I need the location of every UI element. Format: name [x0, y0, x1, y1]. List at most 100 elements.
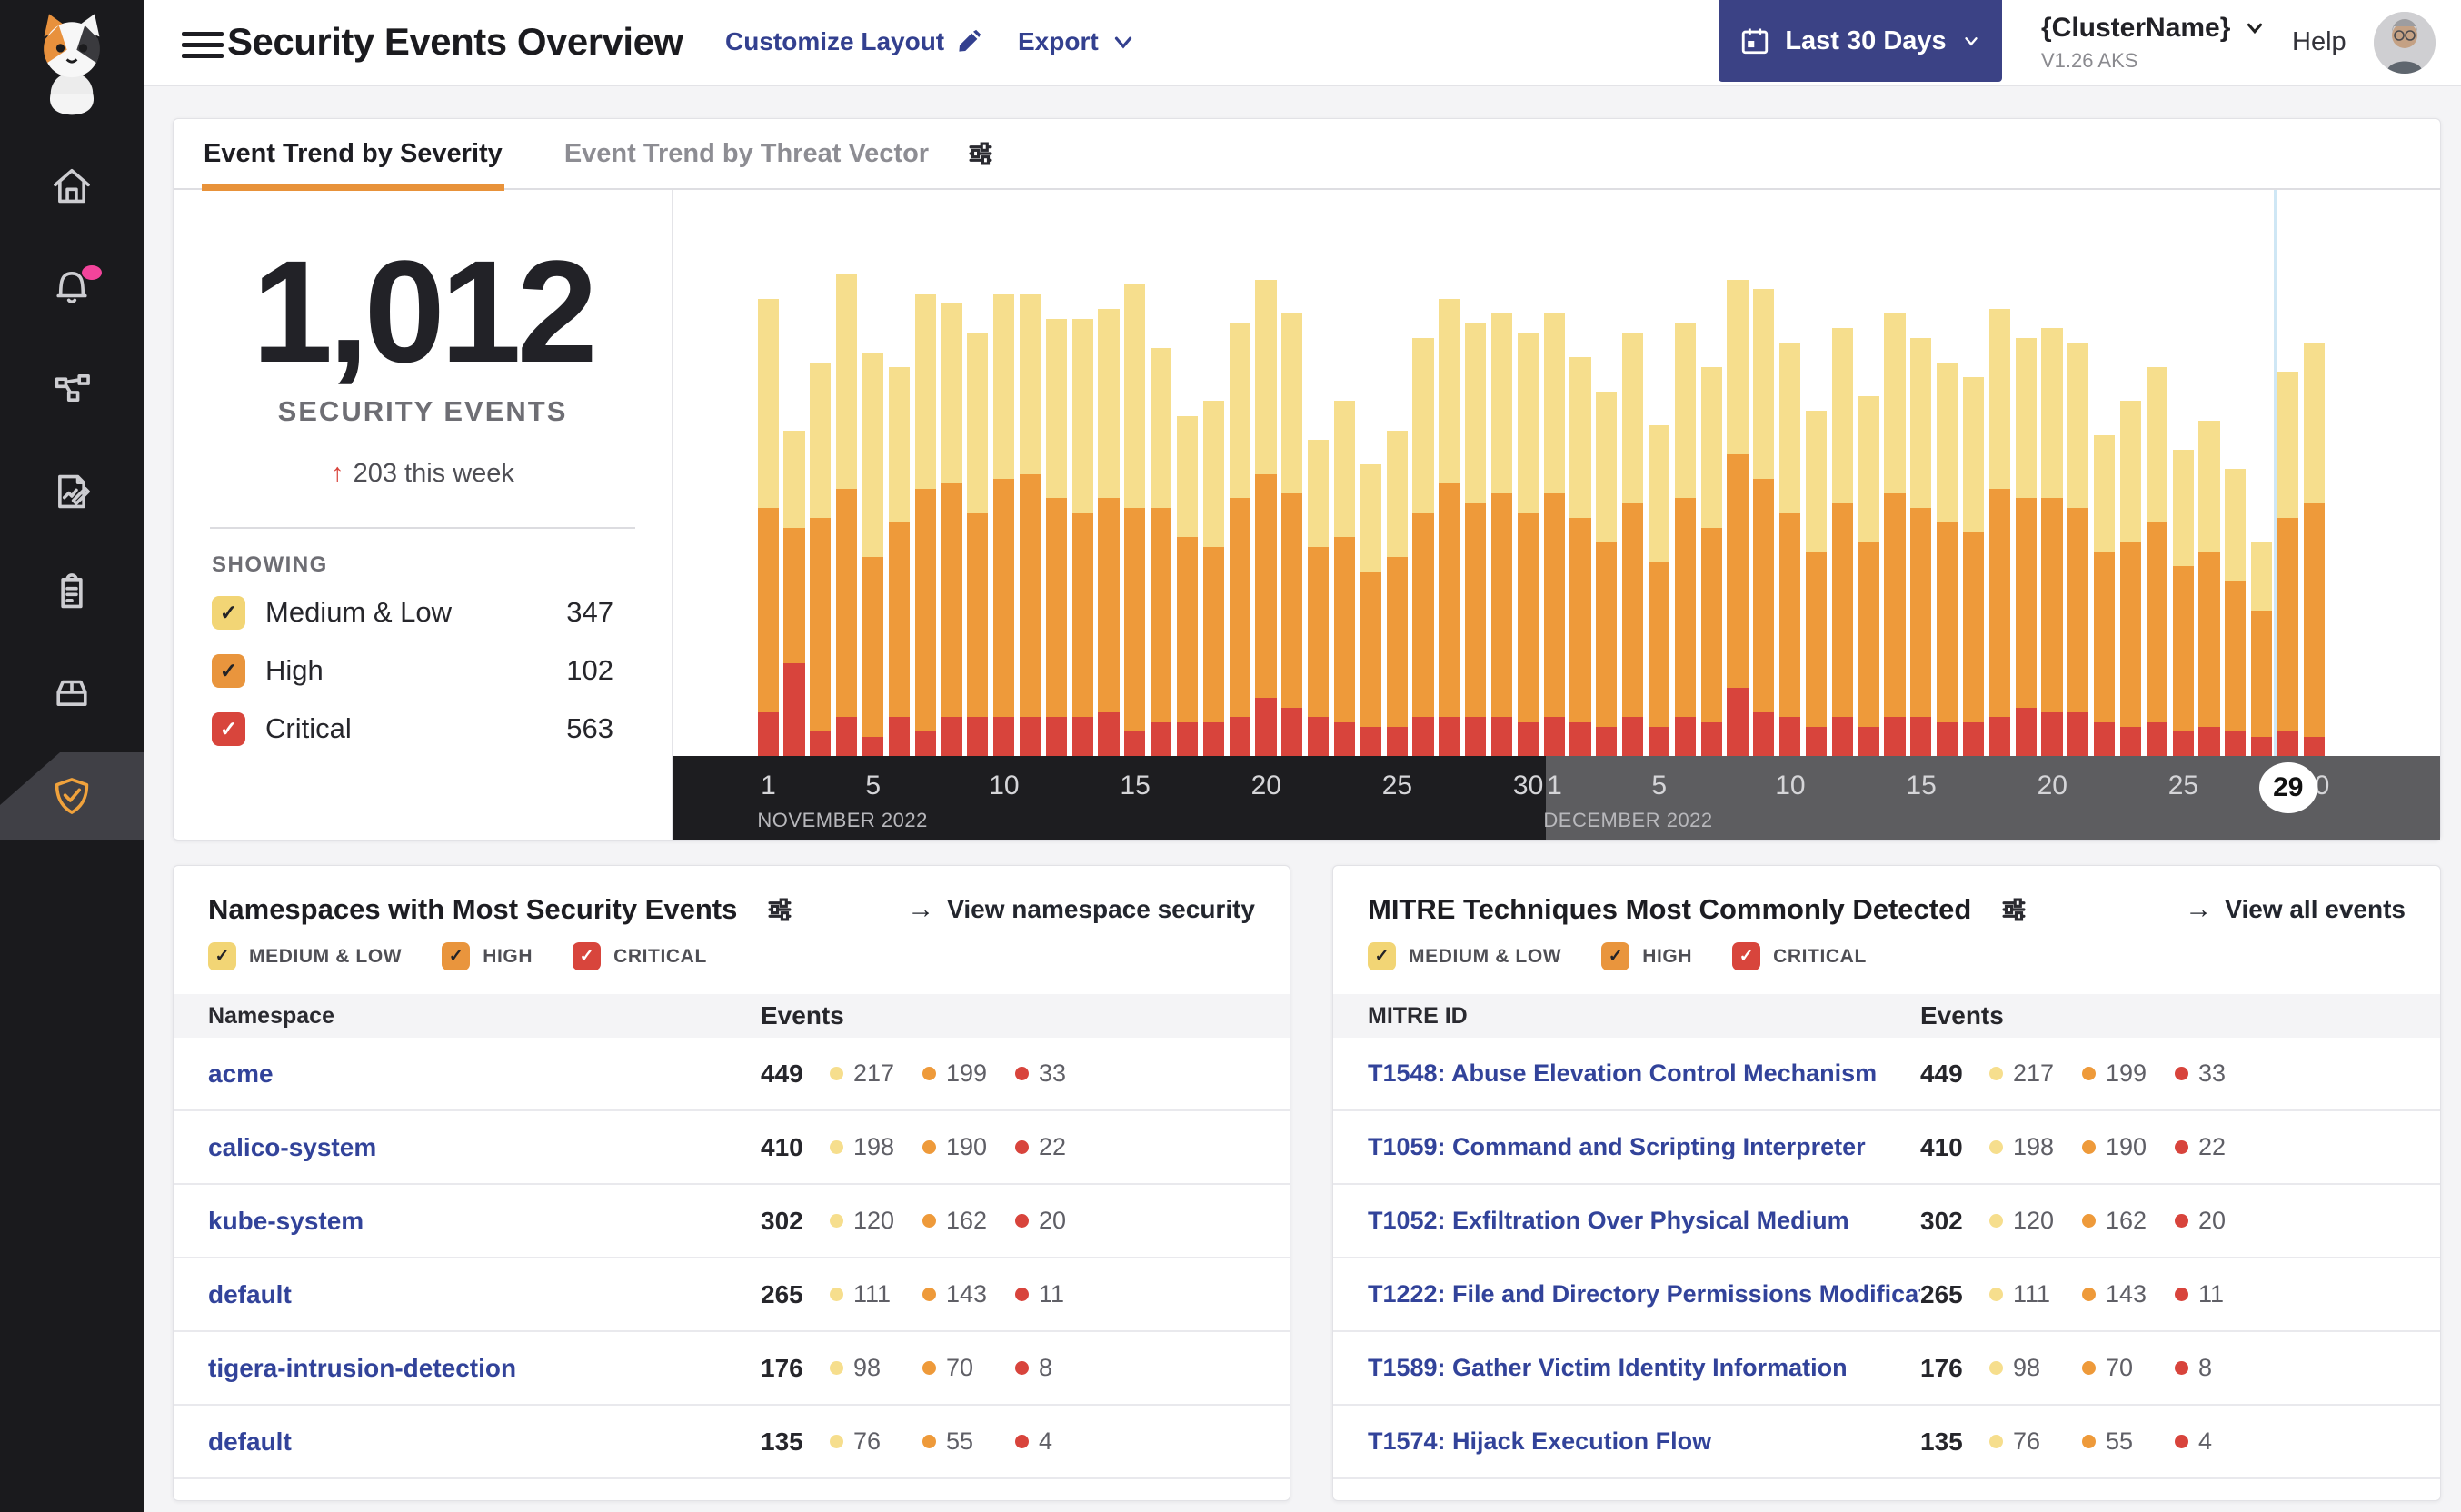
- chip-medium-low[interactable]: ✓ MEDIUM & LOW: [208, 942, 402, 970]
- chart-bar[interactable]: [1753, 289, 1775, 756]
- chart-bar[interactable]: [1176, 415, 1199, 756]
- chart-bar[interactable]: [1281, 313, 1303, 756]
- chart-bar[interactable]: [1465, 323, 1487, 756]
- namespaces-settings-button[interactable]: [764, 894, 795, 925]
- chart-bar[interactable]: [1648, 425, 1670, 756]
- tab-event-trend-by-threat-vector[interactable]: Event Trend by Threat Vector: [563, 118, 931, 189]
- filter-medium-low[interactable]: ✓ Medium & Low 347: [212, 583, 613, 642]
- checkbox-medium-low[interactable]: ✓: [212, 595, 245, 630]
- export-button[interactable]: Export: [1018, 27, 1137, 56]
- chart-bar[interactable]: [2251, 542, 2273, 756]
- row-link[interactable]: acme: [208, 1059, 274, 1088]
- chart-bar[interactable]: [2119, 401, 2142, 756]
- chart-bar[interactable]: [2041, 328, 2063, 756]
- chart-bar[interactable]: [757, 299, 779, 756]
- chart-bar[interactable]: [1517, 333, 1539, 756]
- chart-bar[interactable]: [783, 430, 805, 756]
- chart-bar[interactable]: [1779, 343, 1801, 756]
- sidebar-item-alerts[interactable]: [0, 242, 144, 329]
- chart-bar[interactable]: [1831, 328, 1853, 756]
- chip-medium-low[interactable]: ✓ MEDIUM & LOW: [1368, 942, 1561, 970]
- row-link[interactable]: default: [208, 1427, 292, 1456]
- chart-bar[interactable]: [1308, 440, 1330, 756]
- row-link[interactable]: T1059: Command and Scripting Interpreter: [1368, 1133, 1866, 1160]
- filter-critical[interactable]: ✓ Critical 563: [212, 700, 613, 758]
- chart-bar[interactable]: [1412, 337, 1434, 756]
- sidebar-item-workloads[interactable]: [0, 649, 144, 736]
- chart-bar[interactable]: [1360, 464, 1381, 756]
- row-link[interactable]: default: [208, 1280, 292, 1308]
- chip-high[interactable]: ✓ HIGH: [442, 942, 533, 970]
- chart-bar[interactable]: [1229, 323, 1250, 756]
- chart-bar[interactable]: [1988, 308, 2010, 756]
- chart-bar[interactable]: [2146, 367, 2167, 756]
- chart-bar[interactable]: [2225, 469, 2247, 756]
- chart-bar[interactable]: [941, 303, 962, 756]
- chart-bar[interactable]: [1569, 357, 1591, 756]
- severity-chart-plot[interactable]: [673, 190, 2440, 756]
- chart-bar[interactable]: [862, 352, 884, 756]
- chart-bar[interactable]: [1622, 333, 1644, 756]
- chart-bar[interactable]: [1674, 323, 1696, 756]
- row-link[interactable]: T1052: Exfiltration Over Physical Medium: [1368, 1207, 1849, 1234]
- sidebar-item-policies[interactable]: [0, 448, 144, 535]
- chart-bar[interactable]: [2303, 343, 2325, 756]
- chip-critical[interactable]: ✓ CRITICAL: [573, 942, 707, 970]
- chart-bar[interactable]: [888, 367, 910, 756]
- chart-bar[interactable]: [1910, 337, 1932, 756]
- sidebar-item-threat-defense[interactable]: [0, 752, 144, 840]
- chart-bar[interactable]: [1124, 284, 1146, 756]
- selected-day-badge[interactable]: 29: [2258, 762, 2317, 813]
- chart-bar[interactable]: [2067, 343, 2089, 756]
- sidebar-item-home[interactable]: [0, 143, 144, 230]
- chip-high[interactable]: ✓ HIGH: [1601, 942, 1692, 970]
- chart-bar[interactable]: [1255, 279, 1277, 756]
- chart-bar[interactable]: [2198, 420, 2220, 756]
- row-link[interactable]: T1548: Abuse Elevation Control Mechanism: [1368, 1059, 1877, 1087]
- help-link[interactable]: Help: [2292, 27, 2346, 57]
- chart-bar[interactable]: [2094, 434, 2116, 756]
- view-all-events-link[interactable]: → View all events: [2185, 895, 2406, 924]
- row-link[interactable]: T1222: File and Directory Permissions Mo…: [1368, 1280, 1920, 1308]
- chart-settings-button[interactable]: [965, 138, 996, 169]
- chart-bar[interactable]: [1071, 318, 1093, 756]
- sidebar-item-service-graph[interactable]: [0, 344, 144, 432]
- chart-bar[interactable]: [2172, 449, 2194, 756]
- chart-bar[interactable]: [1727, 279, 1749, 756]
- chart-bar[interactable]: [836, 274, 858, 756]
- user-avatar[interactable]: [2374, 12, 2436, 74]
- date-range-button[interactable]: Last 30 Days: [1719, 0, 2002, 82]
- menu-icon[interactable]: [182, 25, 224, 62]
- chart-bar[interactable]: [1202, 401, 1224, 756]
- chart-bar[interactable]: [1151, 347, 1172, 756]
- tab-event-trend-by-severity[interactable]: Event Trend by Severity: [202, 118, 504, 191]
- chart-bar[interactable]: [1937, 362, 1958, 756]
- chart-bar[interactable]: [1019, 293, 1041, 756]
- chart-bar[interactable]: [1439, 299, 1460, 756]
- chart-bar[interactable]: [1884, 313, 1906, 756]
- chart-bar[interactable]: [1333, 401, 1356, 756]
- chart-bar[interactable]: [1543, 313, 1565, 756]
- chart-bar[interactable]: [1098, 308, 1120, 756]
- chart-bar[interactable]: [1596, 391, 1618, 756]
- checkbox-high[interactable]: ✓: [212, 653, 245, 688]
- row-link[interactable]: T1574: Hijack Execution Flow: [1368, 1427, 1711, 1455]
- chart-bar[interactable]: [1490, 313, 1513, 756]
- chart-bar[interactable]: [1858, 396, 1879, 756]
- chart-bar[interactable]: [2015, 337, 2037, 756]
- mitre-settings-button[interactable]: [1998, 894, 2029, 925]
- chart-bar[interactable]: [967, 333, 989, 756]
- row-link[interactable]: kube-system: [208, 1207, 364, 1235]
- chip-critical[interactable]: ✓ CRITICAL: [1732, 942, 1867, 970]
- chart-bar[interactable]: [1045, 318, 1067, 756]
- chart-bar[interactable]: [1962, 376, 1985, 756]
- chart-bar[interactable]: [1805, 411, 1828, 756]
- chart-bar[interactable]: [810, 362, 832, 756]
- row-link[interactable]: tigera-intrusion-detection: [208, 1354, 516, 1382]
- checkbox-critical[interactable]: ✓: [212, 711, 245, 746]
- row-link[interactable]: T1589: Gather Victim Identity Informatio…: [1368, 1354, 1848, 1381]
- filter-high[interactable]: ✓ High 102: [212, 642, 613, 700]
- chart-bar[interactable]: [993, 293, 1015, 756]
- view-namespace-security-link[interactable]: → View namespace security: [907, 895, 1255, 924]
- row-link[interactable]: calico-system: [208, 1133, 376, 1161]
